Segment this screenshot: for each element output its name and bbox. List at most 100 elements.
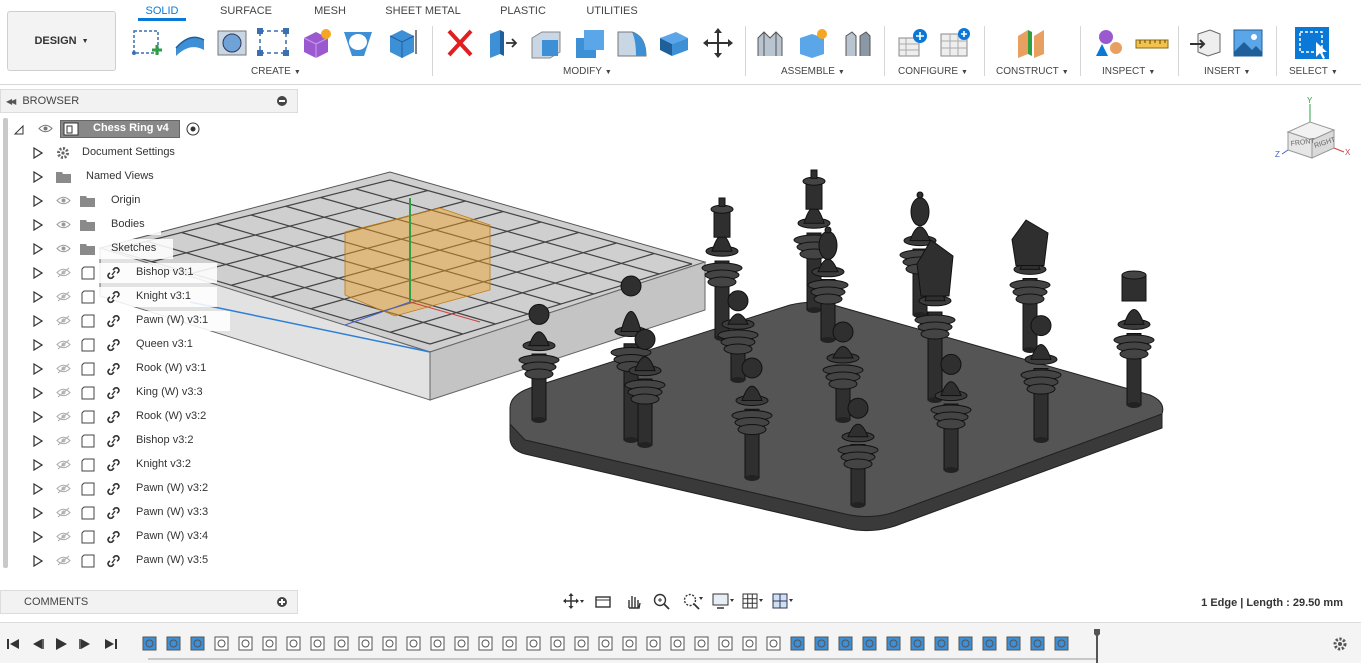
- select-icon[interactable]: [1294, 26, 1330, 60]
- look-at-button[interactable]: [590, 591, 616, 611]
- root-label[interactable]: Chess Ring v4: [93, 122, 169, 134]
- go-to-end-icon[interactable]: [103, 636, 119, 652]
- link-icon[interactable]: [106, 482, 121, 496]
- expand-triangle-icon[interactable]: [33, 531, 43, 543]
- insert-canvas-icon[interactable]: [1230, 26, 1266, 60]
- expand-triangle-icon[interactable]: [33, 219, 43, 231]
- design-workspace-button[interactable]: DESIGN ▼: [7, 11, 116, 71]
- comments-panel-header[interactable]: COMMENTS: [0, 590, 298, 614]
- timeline-feature-icon[interactable]: [957, 635, 974, 652]
- visibility-eye-icon[interactable]: [56, 243, 71, 254]
- link-icon[interactable]: [106, 506, 121, 520]
- browser-row[interactable]: Queen v3:1: [0, 335, 300, 355]
- timeline-feature-icon[interactable]: [645, 635, 662, 652]
- link-icon[interactable]: [106, 314, 121, 328]
- link-icon[interactable]: [106, 338, 121, 352]
- timeline-feature-icon[interactable]: [285, 635, 302, 652]
- timeline-feature-icon[interactable]: [309, 635, 326, 652]
- browser-row[interactable]: Rook (W) v3:2: [0, 407, 300, 427]
- link-icon[interactable]: [106, 290, 121, 304]
- visibility-eye-hidden-icon[interactable]: [56, 531, 71, 542]
- visibility-eye-hidden-icon[interactable]: [56, 459, 71, 470]
- shell-icon[interactable]: [614, 26, 650, 60]
- browser-row[interactable]: Origin: [0, 191, 300, 211]
- minimize-panel-icon[interactable]: [277, 96, 287, 106]
- visibility-eye-icon[interactable]: [56, 219, 71, 230]
- expand-triangle-icon[interactable]: [33, 483, 43, 495]
- timeline-feature-icon[interactable]: [453, 635, 470, 652]
- browser-item-label[interactable]: Bodies: [111, 218, 145, 230]
- browser-row[interactable]: Pawn (W) v3:5: [0, 551, 300, 571]
- timeline-feature-icon[interactable]: [429, 635, 446, 652]
- timeline-feature-icon[interactable]: [693, 635, 710, 652]
- link-icon[interactable]: [106, 362, 121, 376]
- browser-row[interactable]: King (W) v3:3: [0, 383, 300, 403]
- viewports-button[interactable]: [770, 591, 796, 611]
- browser-item-label[interactable]: Pawn (W) v3:2: [136, 482, 208, 494]
- box-icon[interactable]: [384, 26, 420, 60]
- step-forward-icon[interactable]: [78, 636, 94, 652]
- timeline-feature-icon[interactable]: [741, 635, 758, 652]
- tab-mesh[interactable]: MESH: [310, 4, 350, 21]
- browser-item-label[interactable]: King (W) v3:3: [136, 386, 203, 398]
- timeline-feature-icon[interactable]: [717, 635, 734, 652]
- loft-icon[interactable]: [340, 26, 376, 60]
- fillet-icon[interactable]: [528, 26, 564, 60]
- configure-rule-icon[interactable]: [938, 26, 974, 60]
- timeline-feature-icon[interactable]: [597, 635, 614, 652]
- tab-plastic[interactable]: PLASTIC: [496, 4, 550, 21]
- expand-triangle-icon[interactable]: [33, 315, 43, 327]
- pan-button[interactable]: [620, 591, 646, 611]
- link-icon[interactable]: [106, 530, 121, 544]
- inspect-menu[interactable]: INSPECT ▼: [1102, 66, 1155, 77]
- browser-item-label[interactable]: Queen v3:1: [136, 338, 193, 350]
- timeline-feature-icon[interactable]: [573, 635, 590, 652]
- expand-triangle-icon[interactable]: [33, 435, 43, 447]
- browser-row[interactable]: Pawn (W) v3:2: [0, 479, 300, 499]
- timeline-feature-icon[interactable]: [333, 635, 350, 652]
- link-icon[interactable]: [106, 458, 121, 472]
- play-icon[interactable]: [53, 636, 69, 652]
- timeline-feature-icon[interactable]: [837, 635, 854, 652]
- revolve-icon[interactable]: [214, 26, 250, 60]
- timeline-settings-gear-icon[interactable]: [1332, 636, 1348, 652]
- browser-item-label[interactable]: Bishop v3:1: [136, 266, 193, 278]
- activate-radio-icon[interactable]: [186, 122, 200, 136]
- browser-item-label[interactable]: Pawn (W) v3:3: [136, 506, 208, 518]
- browser-item-label[interactable]: Rook (W) v3:1: [136, 362, 206, 374]
- tab-sheet-metal[interactable]: SHEET METAL: [383, 4, 463, 21]
- timeline-feature-icon[interactable]: [189, 635, 206, 652]
- link-icon[interactable]: [106, 386, 121, 400]
- as-built-joint-icon[interactable]: [840, 26, 876, 60]
- timeline-feature-icon[interactable]: [501, 635, 518, 652]
- timeline-feature-icon[interactable]: [477, 635, 494, 652]
- browser-row[interactable]: Named Views: [0, 167, 300, 187]
- browser-item-label[interactable]: Bishop v3:2: [136, 434, 193, 446]
- expand-triangle-icon[interactable]: [33, 555, 43, 567]
- browser-item-label[interactable]: Document Settings: [82, 146, 175, 158]
- expand-triangle-icon[interactable]: [33, 267, 43, 279]
- link-icon[interactable]: [106, 434, 121, 448]
- browser-row[interactable]: Bishop v3:1: [0, 263, 300, 283]
- timeline-feature-icon[interactable]: [1053, 635, 1070, 652]
- browser-item-label[interactable]: Named Views: [86, 170, 154, 182]
- view-cube[interactable]: Y FRONT RIGHT X Z: [1274, 96, 1354, 166]
- expand-triangle-icon[interactable]: [33, 459, 43, 471]
- visibility-eye-hidden-icon[interactable]: [56, 483, 71, 494]
- visibility-eye-icon[interactable]: [38, 123, 53, 134]
- modify-menu[interactable]: MODIFY ▼: [563, 66, 612, 77]
- timeline-feature-icon[interactable]: [213, 635, 230, 652]
- add-comment-icon[interactable]: [277, 597, 287, 607]
- timeline-track[interactable]: [148, 658, 1098, 660]
- visibility-eye-hidden-icon[interactable]: [56, 363, 71, 374]
- link-icon[interactable]: [106, 554, 121, 568]
- timeline-feature-icon[interactable]: [621, 635, 638, 652]
- tab-surface[interactable]: SURFACE: [218, 4, 274, 21]
- visibility-eye-hidden-icon[interactable]: [56, 339, 71, 350]
- timeline-feature-icon[interactable]: [981, 635, 998, 652]
- timeline-marker[interactable]: [1094, 629, 1100, 663]
- browser-item-label[interactable]: Origin: [111, 194, 140, 206]
- browser-item-label[interactable]: Knight v3:2: [136, 458, 191, 470]
- visibility-eye-hidden-icon[interactable]: [56, 411, 71, 422]
- browser-row[interactable]: Sketches: [0, 239, 300, 259]
